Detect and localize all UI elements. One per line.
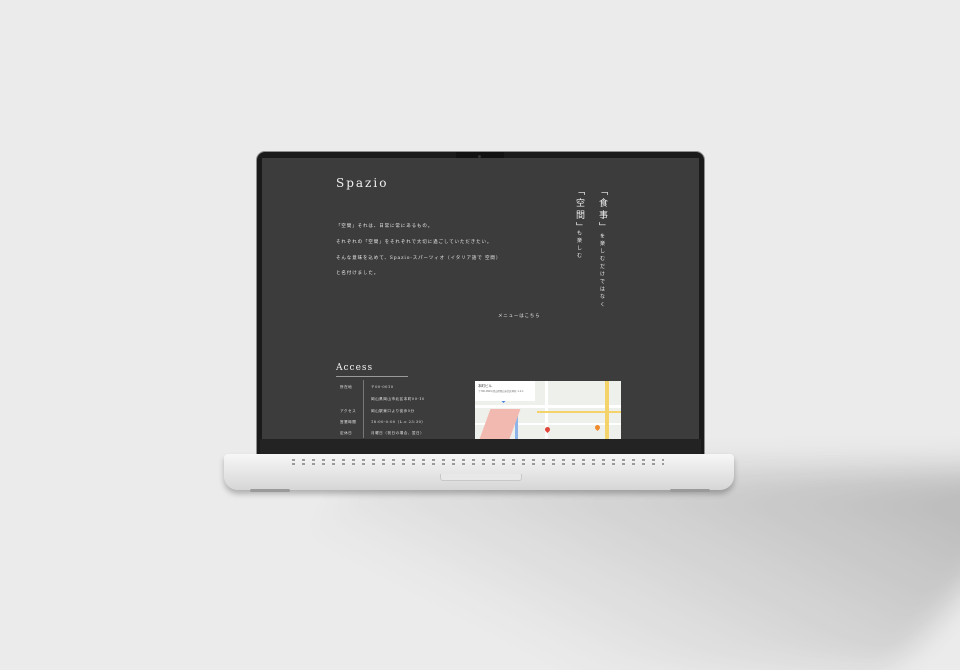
map-place-name: 本町ビル — [478, 384, 492, 388]
access-divider — [336, 376, 408, 377]
access-label: アクセス — [340, 409, 357, 413]
access-label: 定休日 — [340, 431, 353, 435]
tagline-kukan: 「空間」 — [574, 186, 584, 234]
map-highway — [605, 381, 609, 439]
map-place-card[interactable]: 本町ビル 〒700-0901 岡山県岡山市北区本町 1-1-1 — [475, 381, 535, 401]
access-value: 岡山駅東口より徒歩5分 — [371, 409, 415, 413]
map-place-address: 〒700-0901 岡山県岡山市北区本町 1-1-1 — [478, 390, 524, 393]
intro-line-4: と名付けました。 — [336, 271, 380, 276]
site-logo[interactable]: Spazio — [336, 176, 388, 190]
map-road — [475, 405, 621, 408]
access-label: 営業時間 — [340, 420, 357, 424]
map-poi-icon — [593, 423, 602, 432]
trackpad-notch — [440, 474, 522, 481]
screen-bezel-bottom — [260, 439, 701, 455]
intro-line-1: 「空間」それは、日常に常にあるもの。 — [336, 224, 434, 229]
access-value: 月曜日（祝日の場合、翌日） — [371, 431, 425, 435]
menu-link[interactable]: メニューはこちら — [498, 313, 540, 319]
access-value: 18:00-0:00（L.o 23:30） — [371, 420, 426, 424]
google-map[interactable]: 本町ビル 〒700-0901 岡山県岡山市北区本町 1-1-1 — [475, 381, 621, 439]
intro-line-2: それぞれの「空間」をそれぞれで大切に過ごしていただきたい。 — [336, 240, 493, 245]
laptop-shadow — [196, 470, 960, 670]
keyboard-row — [292, 459, 664, 461]
tagline-kukan-sub: も楽しむ — [576, 230, 582, 261]
access-value: 〒00-0010 — [371, 385, 394, 389]
intro-line-3: そんな意味を込めて、Spazio-スパーツィオ（イタリア語で 空間） — [336, 256, 502, 261]
laptop-foot — [670, 489, 710, 492]
access-label: 所在地 — [340, 385, 353, 389]
tagline-shokuji-sub: を楽しむだけではなく — [599, 233, 605, 309]
tagline-shokuji: 「食事」 — [597, 186, 607, 234]
access-table-divider — [363, 380, 364, 438]
map-highway — [537, 411, 621, 413]
access-value: 岡山県岡山市北区本町00-10 — [371, 397, 425, 401]
keyboard-row — [292, 463, 664, 465]
access-title: Access — [336, 363, 374, 373]
laptop-foot — [250, 489, 290, 492]
